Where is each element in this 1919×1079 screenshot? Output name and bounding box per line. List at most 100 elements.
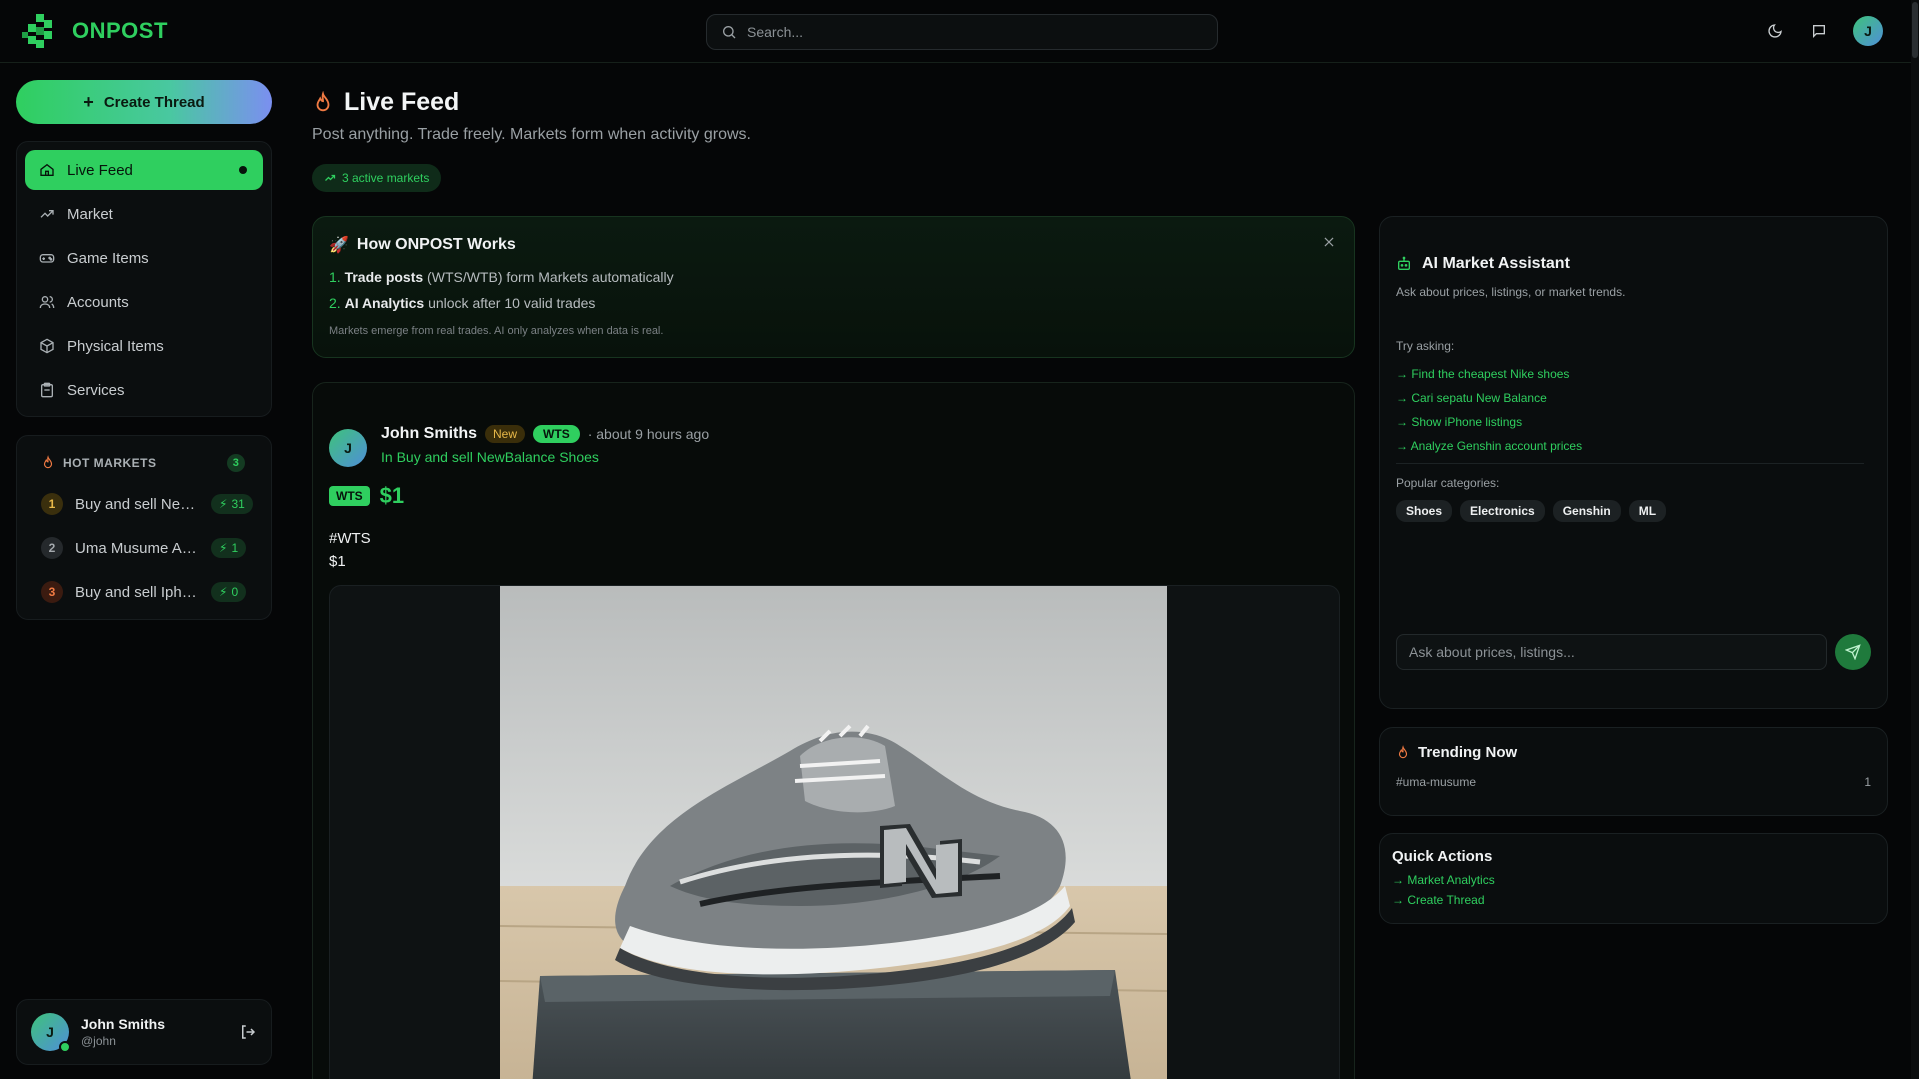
- flame-icon: [316, 90, 330, 111]
- avatar[interactable]: J: [31, 1013, 71, 1053]
- quick-actions-card: Quick Actions → Market Analytics → Creat…: [1379, 833, 1888, 924]
- message-icon: [1813, 25, 1825, 38]
- step-number: 2.: [329, 295, 341, 311]
- ai-assistant-card: AI Market Assistant Ask about prices, li…: [1379, 216, 1888, 709]
- quick-action-market-analytics[interactable]: → Market Analytics: [1392, 873, 1875, 887]
- avatar[interactable]: J: [329, 429, 367, 467]
- page-title: Live Feed: [312, 88, 459, 117]
- post-time: · about 9 hours ago: [587, 426, 710, 442]
- trending-card: Trending Now #uma-musume 1: [1379, 727, 1888, 816]
- suggestion-link[interactable]: → Find the cheapest Nike shoes: [1396, 367, 1871, 381]
- post-author[interactable]: John Smiths: [381, 425, 477, 443]
- hot-market-name: Uma Musume Acc...: [75, 539, 199, 557]
- flame-icon: [1398, 744, 1408, 758]
- scrollbar[interactable]: [1911, 0, 1919, 1079]
- close-button[interactable]: [1322, 235, 1336, 249]
- theme-toggle-button[interactable]: [1765, 21, 1785, 41]
- hot-markets-card: HOT MARKETS 3 1 Buy and sell New... ⚡ 3 1 …: [16, 435, 272, 620]
- send-icon: [1845, 644, 1861, 660]
- trending-count: 1: [1864, 775, 1871, 789]
- hot-markets-count: 3: [227, 454, 245, 472]
- ai-assistant-title: AI Market Assistant: [1422, 255, 1570, 272]
- suggestion-link[interactable]: → Analyze Genshin account prices: [1396, 439, 1871, 453]
- how-it-works-header: 🚀 How ONPOST Works: [329, 235, 1338, 255]
- clipboard-icon: [41, 382, 53, 398]
- sidebar-item-game-items[interactable]: Game Items: [25, 238, 263, 278]
- category-chips: Shoes Electronics Genshin ML: [1396, 500, 1871, 522]
- category-chip-electronics[interactable]: Electronics: [1460, 500, 1545, 522]
- active-markets-badge[interactable]: 3 active markets: [312, 164, 442, 192]
- search-icon: [723, 26, 736, 39]
- search-input[interactable]: [747, 24, 1187, 40]
- category-chip-shoes[interactable]: Shoes: [1396, 500, 1453, 522]
- avatar-initial: J: [46, 1024, 54, 1040]
- flame-icon: [43, 455, 53, 469]
- rank-badge: 2: [41, 537, 63, 559]
- how-it-works-title: How ONPOST Works: [356, 236, 516, 253]
- online-indicator: [59, 1041, 71, 1053]
- sidebar-nav: Live Feed Market Game Items Accounts Phy…: [16, 141, 272, 417]
- trending-item[interactable]: #uma-musume 1: [1396, 775, 1871, 789]
- category-chip-genshin[interactable]: Genshin: [1552, 500, 1621, 522]
- post-card: J John Smiths New WTS · about 9 hours ag…: [312, 382, 1355, 1079]
- ai-assistant-header: AI Market Assistant: [1396, 255, 1871, 273]
- category-chip-ml[interactable]: ML: [1628, 500, 1667, 522]
- logout-button[interactable]: [239, 1023, 257, 1041]
- trending-title: Trending Now: [1418, 744, 1518, 761]
- activity-count: 1: [231, 541, 239, 555]
- ai-question-input[interactable]: [1396, 634, 1827, 670]
- search-box[interactable]: [706, 14, 1218, 50]
- hot-market-item[interactable]: 1 Buy and sell New... ⚡ 31: [33, 482, 255, 526]
- suggestion-link[interactable]: → Cari sepatu New Balance: [1396, 391, 1871, 405]
- brand[interactable]: ONPOST: [22, 14, 168, 48]
- divider: [1396, 463, 1864, 464]
- how-step-2: 2. AI Analytics unlock after 10 valid tr…: [329, 295, 1338, 311]
- hot-market-item[interactable]: 2 Uma Musume Acc... ⚡ 1: [33, 526, 255, 570]
- send-button[interactable]: [1835, 634, 1871, 670]
- trending-tag: #uma-musume: [1396, 775, 1477, 789]
- hot-markets-header: HOT MARKETS 3: [41, 454, 255, 472]
- how-note: Markets emerge from real trades. AI only…: [329, 325, 664, 337]
- hot-market-name: Buy and sell New...: [75, 495, 199, 513]
- sidebar-item-physical-items[interactable]: Physical Items: [25, 326, 263, 366]
- wts-badge: WTS: [533, 425, 580, 443]
- user-handle: @john: [81, 1034, 116, 1048]
- gamepad-icon: [39, 253, 55, 263]
- sidebar-item-live-feed[interactable]: Live Feed: [25, 150, 263, 190]
- create-thread-label: Create Thread: [103, 93, 205, 111]
- trending-icon: [325, 174, 336, 181]
- user-name: John Smiths: [81, 1016, 166, 1032]
- sidebar-item-services[interactable]: Services: [25, 370, 263, 410]
- sidebar-item-label: Live Feed: [67, 161, 133, 179]
- activity-count: 31: [231, 497, 245, 511]
- sidebar-item-accounts[interactable]: Accounts: [25, 282, 263, 322]
- moon-icon: [1768, 24, 1782, 38]
- ai-assistant-subtitle: Ask about prices, listings, or market tr…: [1396, 285, 1626, 299]
- bot-icon: [1398, 256, 1410, 270]
- scrollbar-thumb[interactable]: [1912, 2, 1918, 58]
- sidebar-item-label: Market: [67, 205, 113, 223]
- popular-categories-label: Popular categories:: [1396, 476, 1500, 490]
- post-market-link[interactable]: In Buy and sell NewBalance Shoes: [381, 449, 709, 465]
- logout-icon: [242, 1025, 256, 1039]
- activity-pill: ⚡ 31: [211, 494, 253, 514]
- brand-name: ONPOST: [72, 18, 168, 43]
- sidebar-item-label: Game Items: [67, 249, 149, 267]
- quick-action-create-thread[interactable]: → Create Thread: [1392, 893, 1875, 907]
- post-body-line: $1: [329, 553, 346, 570]
- activity-pill: ⚡ 1: [211, 538, 247, 558]
- close-icon: [1324, 237, 1334, 247]
- post-image-frame[interactable]: [329, 585, 1340, 1079]
- try-asking-label: Try asking:: [1396, 339, 1455, 353]
- header-avatar[interactable]: J: [1853, 16, 1883, 46]
- messages-button[interactable]: [1809, 21, 1829, 41]
- how-step-1: 1. Trade posts (WTS/WTB) form Markets au…: [329, 269, 1338, 285]
- suggestion-link[interactable]: → Show iPhone listings: [1396, 415, 1871, 429]
- users-icon: [39, 296, 55, 309]
- activity-pill: ⚡ 0: [211, 582, 247, 602]
- step-text: unlock after 10 valid trades: [424, 295, 596, 311]
- hot-market-item[interactable]: 3 Buy and sell Iphone ⚡ 0: [33, 570, 255, 614]
- trending-icon: [40, 210, 54, 218]
- sidebar-item-market[interactable]: Market: [25, 194, 263, 234]
- create-thread-button[interactable]: + Create Thread: [16, 80, 272, 124]
